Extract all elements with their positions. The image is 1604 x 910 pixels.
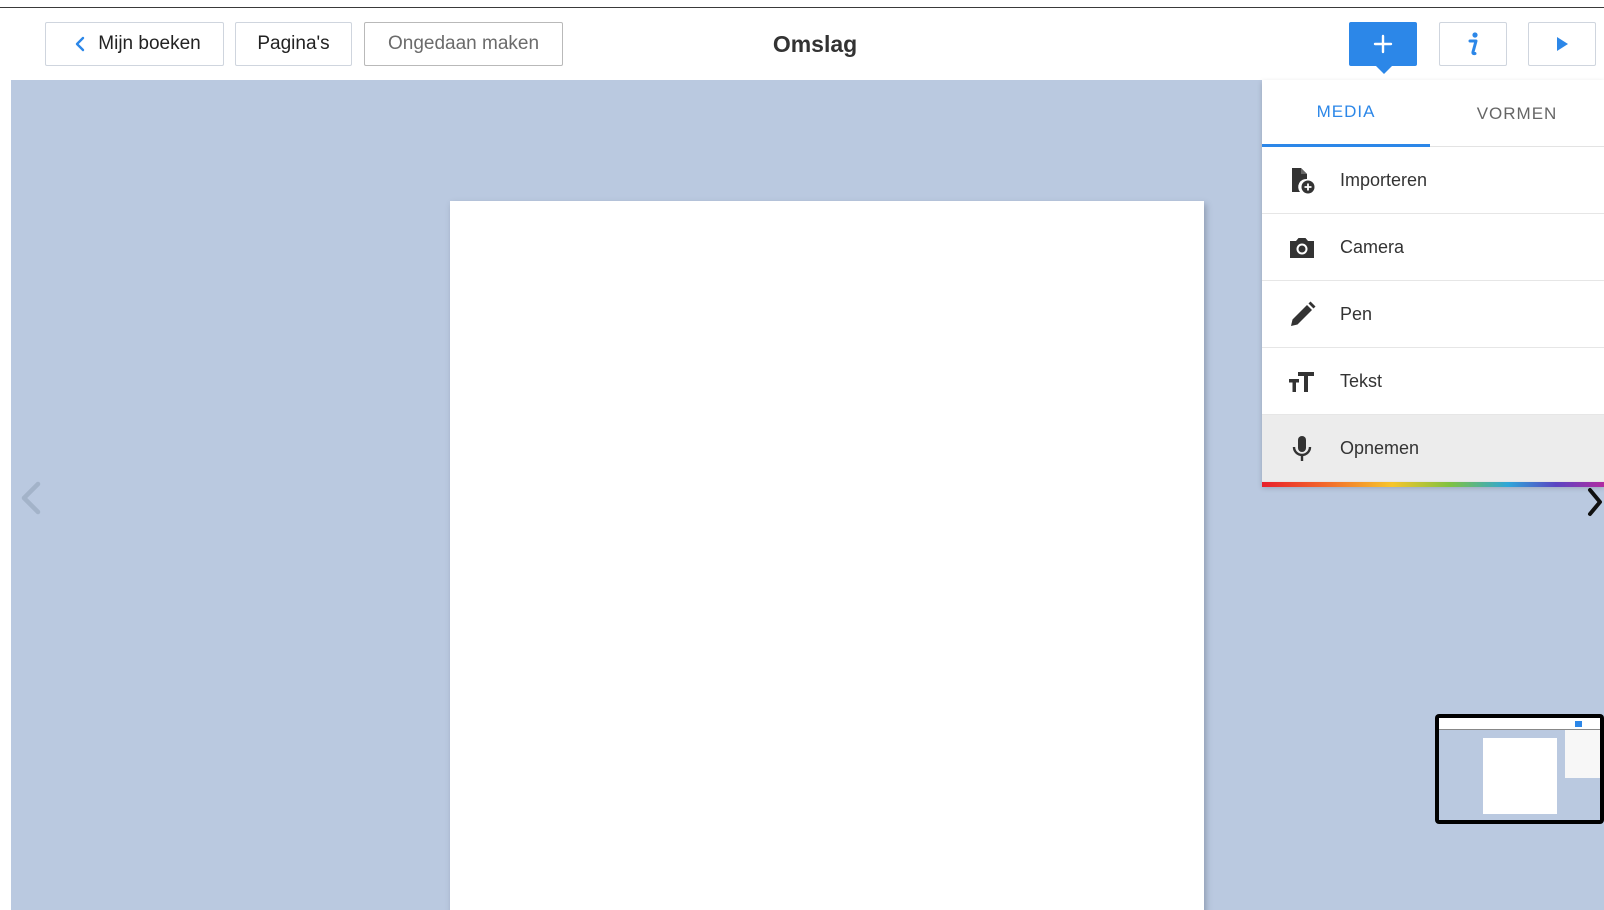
top-toolbar: Mijn boeken Pagina's Ongedaan maken Omsl…	[0, 8, 1604, 80]
tab-media[interactable]: MEDIA	[1262, 80, 1430, 147]
menu-item-label: Importeren	[1340, 169, 1428, 190]
play-icon	[1557, 37, 1568, 51]
undo-label: Ongedaan maken	[387, 33, 540, 54]
info-button[interactable]	[1439, 22, 1507, 66]
microphone-icon	[1292, 436, 1312, 461]
plus-icon	[1373, 34, 1393, 54]
add-button[interactable]	[1349, 22, 1417, 74]
pages-label: Pagina's	[257, 33, 330, 54]
menu-item-text[interactable]: Tekst	[1262, 348, 1604, 415]
active-pointer	[1375, 65, 1393, 74]
chevron-right-icon[interactable]	[1584, 484, 1604, 520]
preview-screen	[1439, 718, 1600, 820]
menu-item-camera[interactable]: Camera	[1262, 214, 1604, 281]
play-button[interactable]	[1528, 22, 1596, 66]
menu-item-label: Pen	[1340, 303, 1373, 324]
import-file-icon	[1292, 168, 1315, 194]
add-media-menu: MEDIA VORMEN Importeren Camera Pen Tekst…	[1262, 80, 1604, 486]
info-icon	[1468, 32, 1478, 56]
my-books-label: Mijn boeken	[98, 33, 201, 54]
rainbow-divider	[1262, 482, 1604, 487]
book-page[interactable]	[450, 201, 1204, 910]
preview-add-button	[1575, 721, 1582, 727]
chevron-left-icon	[76, 36, 85, 52]
menu-item-label: Tekst	[1340, 370, 1383, 391]
menu-item-import[interactable]: Importeren	[1262, 147, 1604, 214]
pen-icon	[1291, 301, 1316, 326]
pages-button[interactable]: Pagina's	[235, 22, 352, 66]
menu-item-record[interactable]: Opnemen	[1262, 415, 1604, 482]
camera-icon	[1290, 238, 1314, 258]
page-title: Omslag	[772, 30, 858, 57]
menu-tabs: MEDIA VORMEN	[1262, 80, 1604, 147]
preview-page	[1483, 738, 1557, 814]
my-books-button[interactable]: Mijn boeken	[45, 22, 224, 66]
chevron-left-icon[interactable]	[14, 478, 48, 518]
menu-item-label: Camera	[1340, 236, 1405, 257]
menu-item-label: Opnemen	[1340, 437, 1420, 458]
tab-shapes[interactable]: VORMEN	[1430, 80, 1604, 147]
menu-item-pen[interactable]: Pen	[1262, 281, 1604, 348]
preview-menu	[1565, 730, 1600, 778]
screen-preview-thumbnail[interactable]	[1435, 714, 1604, 824]
text-size-icon	[1289, 372, 1314, 392]
undo-button[interactable]: Ongedaan maken	[364, 22, 563, 66]
